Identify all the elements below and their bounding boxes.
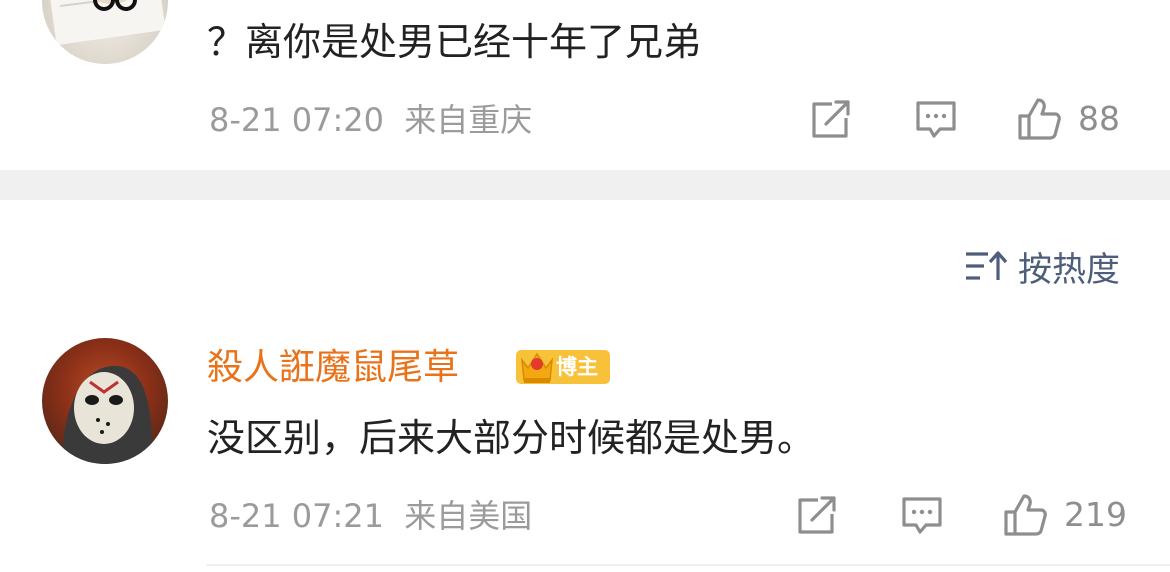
like-count: 219 — [1064, 495, 1127, 534]
sort-label: 按热度 — [1018, 249, 1120, 290]
row-divider — [207, 564, 1170, 566]
badge-label: 博主 — [556, 355, 598, 379]
section-divider — [0, 170, 1170, 200]
comment-meta: 8-21 07:20 来自重庆 — [209, 100, 532, 140]
comment-text: ？离你是处男已经十年了兄弟 — [207, 20, 702, 64]
avatar[interactable] — [42, 338, 168, 464]
comment-location: 来自美国 — [404, 497, 533, 535]
comment-time: 8-21 07:20 — [209, 101, 385, 139]
sort-icon — [964, 248, 1008, 284]
comment-location: 来自重庆 — [404, 101, 533, 139]
comment-meta: 8-21 07:21 来自美国 — [209, 496, 532, 536]
share-icon[interactable] — [796, 496, 838, 536]
share-icon[interactable] — [810, 100, 852, 140]
comment-icon[interactable] — [900, 496, 944, 536]
comment-time: 8-21 07:21 — [209, 497, 385, 535]
like-button[interactable]: 88 — [1016, 96, 1120, 142]
avatar[interactable] — [42, 0, 168, 64]
comment-icon[interactable] — [914, 100, 958, 140]
username[interactable]: 殺人誑魔鼠尾草 — [207, 346, 459, 390]
like-button[interactable]: 219 — [1002, 492, 1127, 538]
like-count: 88 — [1078, 99, 1120, 138]
blogger-badge: 博主 — [516, 350, 610, 384]
thumbs-up-icon — [1002, 492, 1048, 538]
thumbs-up-icon — [1016, 96, 1062, 142]
crown-icon — [518, 346, 556, 386]
comment-text: 没区别，后来大部分时候都是处男。 — [207, 416, 816, 460]
sort-toggle[interactable]: 按热度 — [964, 244, 1120, 290]
